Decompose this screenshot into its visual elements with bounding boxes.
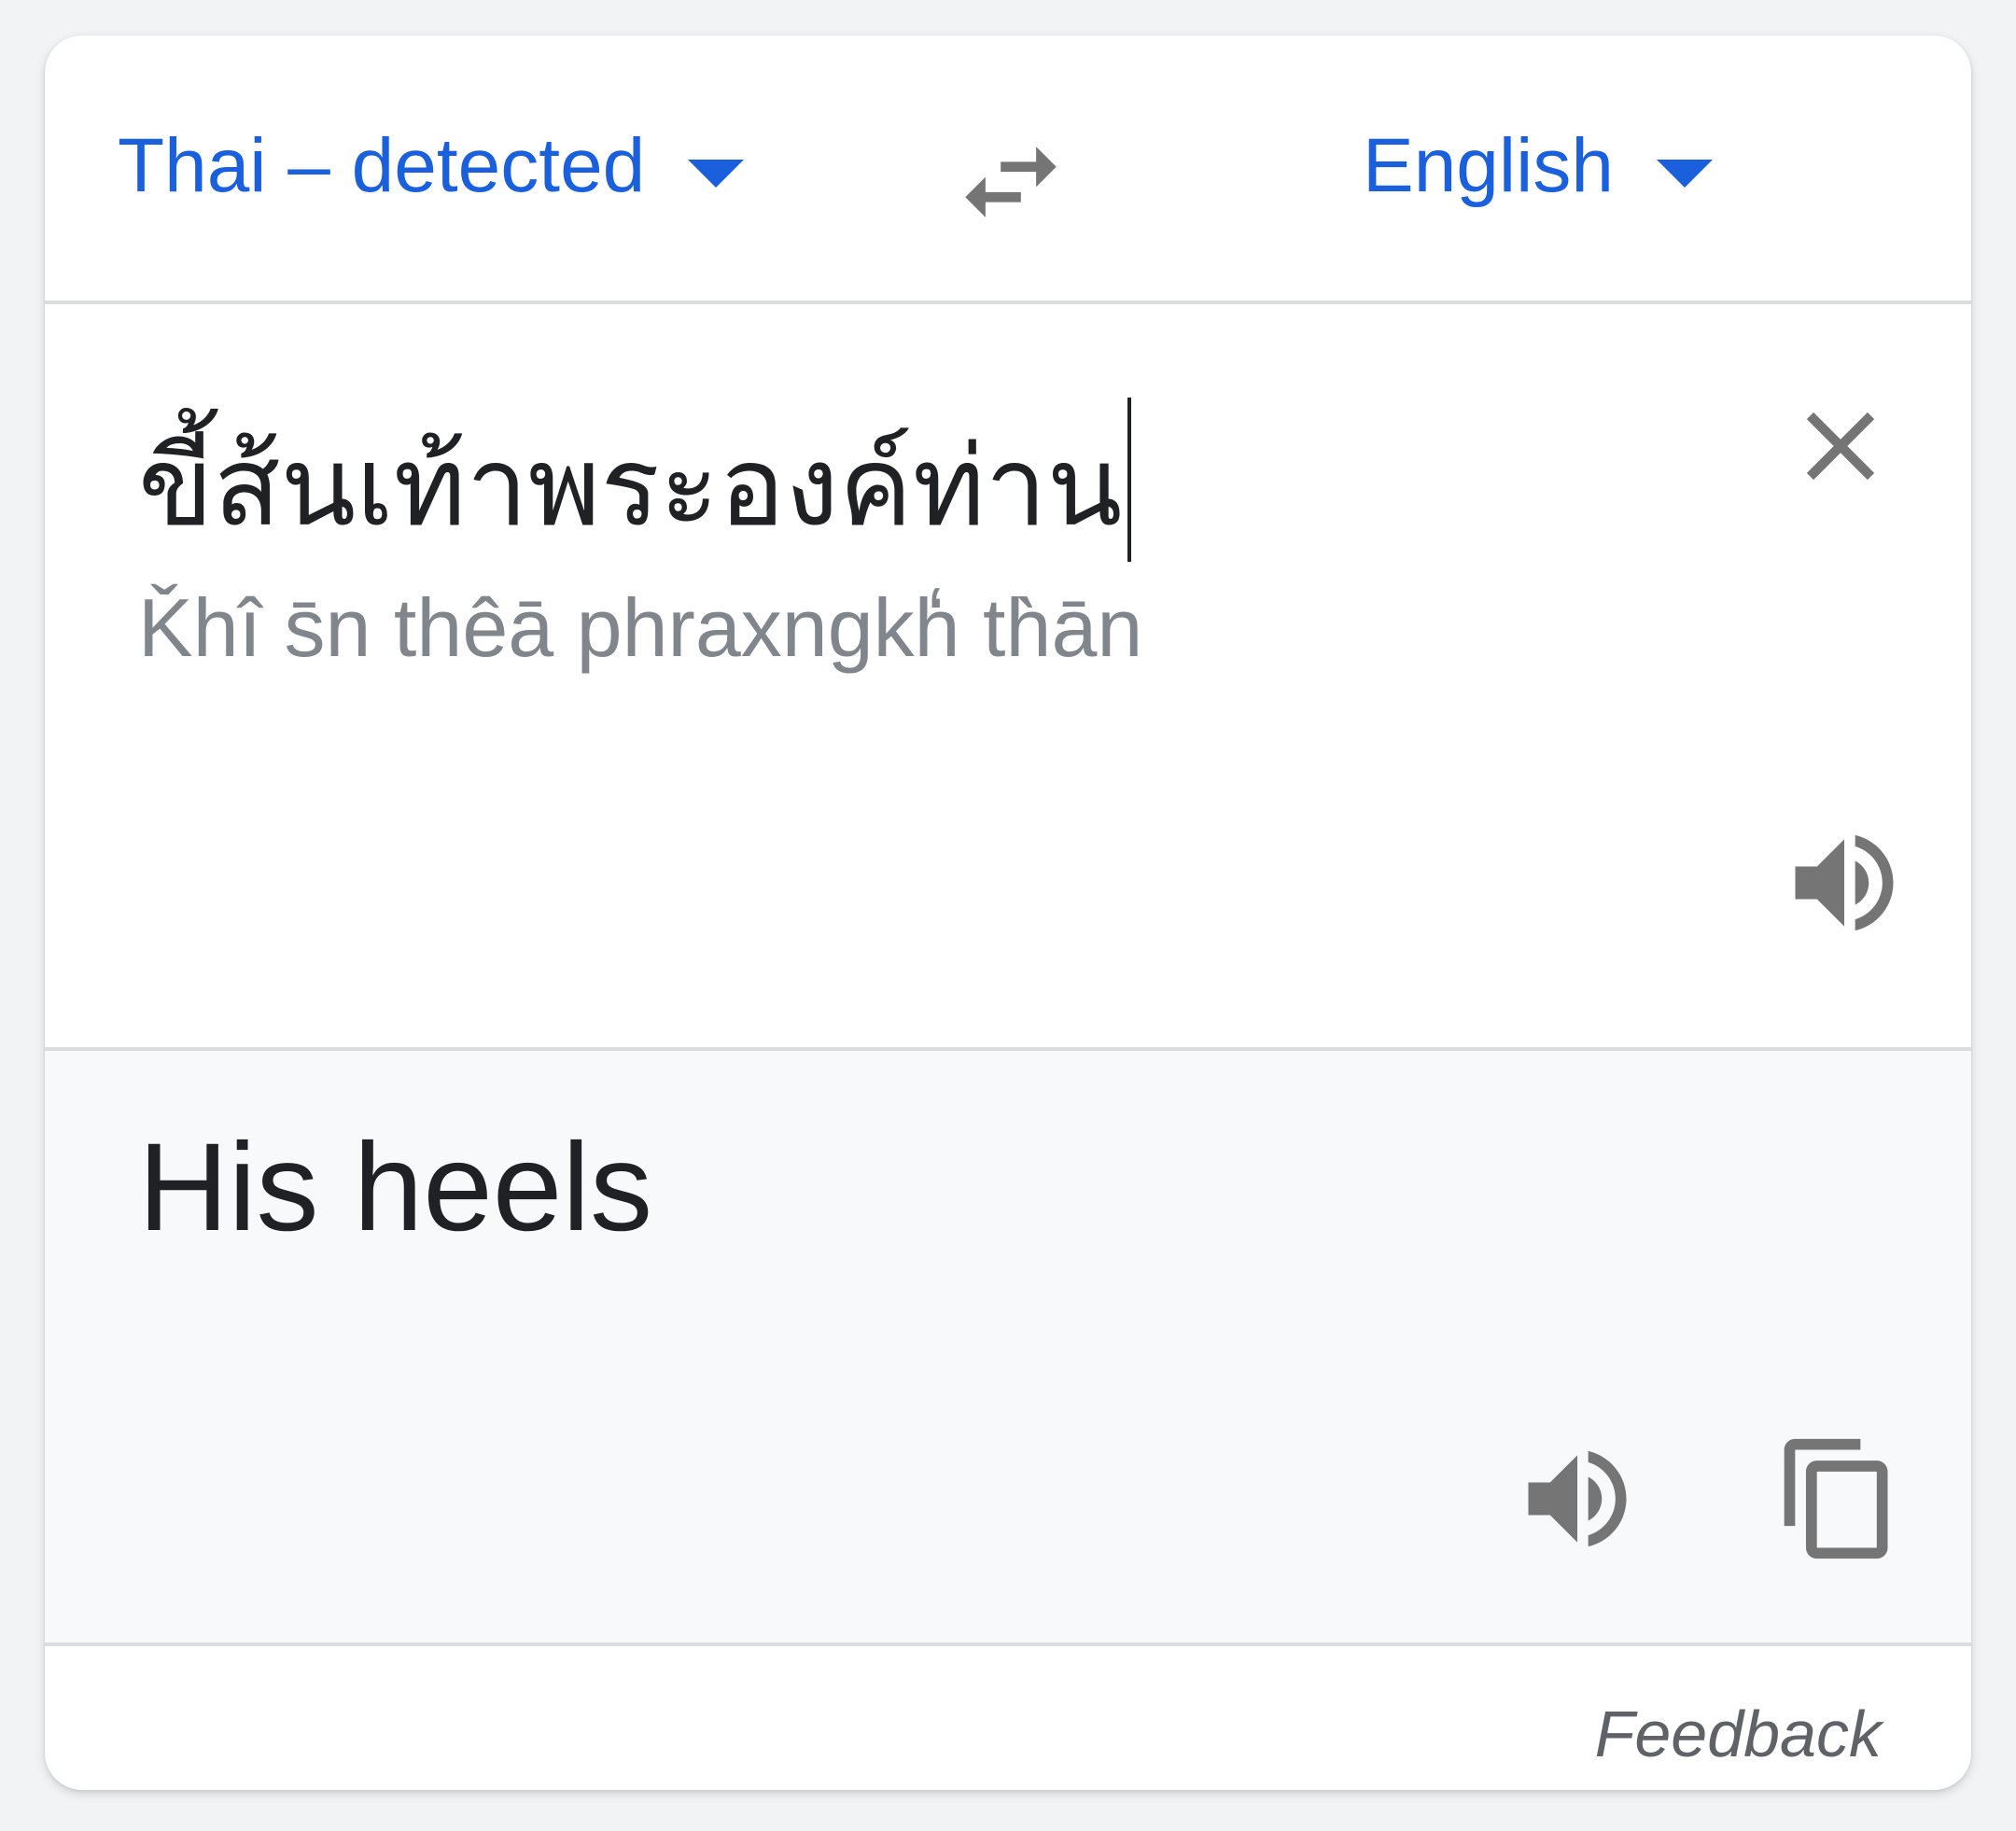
translate-card: Thai – detected English ขี้ส้นเท้าพระองค… [45, 35, 1971, 1790]
swap-languages-button[interactable] [950, 121, 1071, 243]
translation-output-area: His heels [45, 1047, 1971, 1646]
listen-source-button[interactable] [1779, 818, 1910, 948]
source-language-label: Thai – detected [118, 123, 646, 208]
text-cursor [1127, 398, 1132, 562]
transliteration-text: Ǩhî s̄n thêā phraxngkh̒ th̀ān [138, 581, 1143, 674]
footer: Feedback [45, 1646, 1971, 1790]
feedback-link[interactable]: Feedback [1595, 1697, 1882, 1771]
copy-icon [1784, 1438, 1888, 1559]
target-language-label: English [1363, 123, 1614, 208]
source-language-selector[interactable]: Thai – detected [118, 119, 745, 213]
volume-icon [1795, 834, 1894, 931]
translation-text: His heels [138, 1118, 653, 1257]
source-text: ขี้ส้นเท้าพระองค์ท่าน [138, 422, 1123, 551]
chevron-down-icon [1656, 160, 1713, 188]
source-text-input[interactable]: ขี้ส้นเท้าพระองค์ท่าน [138, 398, 1132, 562]
close-icon [1806, 412, 1875, 481]
copy-translation-button[interactable] [1773, 1433, 1904, 1564]
listen-translation-button[interactable] [1512, 1433, 1643, 1564]
target-language-selector[interactable]: English [1363, 119, 1713, 213]
clear-text-button[interactable] [1783, 388, 1898, 504]
source-input-area[interactable]: ขี้ส้นเท้าพระองค์ท่าน Ǩhî s̄n thêā phrax… [45, 304, 1971, 1047]
swap-arrows-icon [965, 147, 1057, 217]
language-bar: Thai – detected English [45, 35, 1971, 304]
volume-icon [1528, 1450, 1627, 1547]
chevron-down-icon [688, 160, 745, 188]
